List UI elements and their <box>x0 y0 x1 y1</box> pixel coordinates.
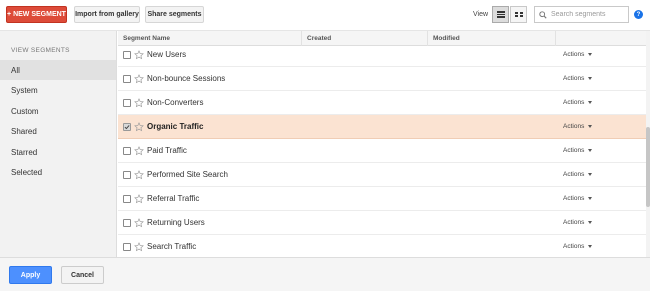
grid-view-button[interactable] <box>510 6 527 23</box>
column-header-created[interactable]: Created <box>302 31 428 46</box>
actions-label: Actions <box>563 51 585 58</box>
segment-name[interactable]: Referral Traffic <box>147 194 199 203</box>
actions-dropdown[interactable]: Actions <box>563 219 593 226</box>
checkmark-icon <box>124 124 130 129</box>
new-segment-button[interactable]: + NEW SEGMENT <box>6 6 67 23</box>
star-icon[interactable] <box>134 145 144 156</box>
actions-label: Actions <box>563 219 585 226</box>
row-checkbox[interactable] <box>123 218 131 227</box>
actions-label: Actions <box>563 99 585 106</box>
table-header: Segment Name Created Modified <box>118 31 646 46</box>
segment-name[interactable]: Paid Traffic <box>147 146 187 155</box>
star-icon[interactable] <box>134 49 144 60</box>
actions-label: Actions <box>563 123 585 130</box>
search-box <box>534 6 629 23</box>
chevron-down-icon <box>588 197 593 200</box>
star-icon[interactable] <box>134 217 144 228</box>
star-icon[interactable] <box>134 73 144 84</box>
sidebar-item-custom[interactable]: Custom <box>0 101 116 121</box>
segment-name[interactable]: Returning Users <box>147 218 205 227</box>
table-row[interactable]: Non-bounce Sessions Actions <box>118 67 646 91</box>
list-view-button[interactable] <box>492 6 509 23</box>
actions-dropdown[interactable]: Actions <box>563 51 593 58</box>
table-row[interactable]: New Users Actions <box>118 46 646 67</box>
scrollbar-thumb[interactable] <box>646 127 650 207</box>
row-checkbox[interactable] <box>123 50 131 59</box>
cancel-button[interactable]: Cancel <box>61 266 104 284</box>
row-checkbox[interactable] <box>123 170 131 179</box>
actions-label: Actions <box>563 147 585 154</box>
segment-name[interactable]: New Users <box>147 50 186 59</box>
footer: Apply Cancel <box>0 257 650 291</box>
apply-button[interactable]: Apply <box>9 266 52 284</box>
actions-label: Actions <box>563 171 585 178</box>
actions-dropdown[interactable]: Actions <box>563 195 593 202</box>
chevron-down-icon <box>588 173 593 176</box>
sidebar-item-system[interactable]: System <box>0 80 116 100</box>
column-header-modified[interactable]: Modified <box>428 31 556 46</box>
segment-name[interactable]: Non-bounce Sessions <box>147 74 225 83</box>
star-icon[interactable] <box>134 193 144 204</box>
search-input[interactable] <box>551 11 623 18</box>
chevron-down-icon <box>588 101 593 104</box>
chevron-down-icon <box>588 125 593 128</box>
sidebar-item-selected[interactable]: Selected <box>0 162 116 182</box>
star-icon[interactable] <box>134 169 144 180</box>
table-row[interactable]: Paid Traffic Actions <box>118 139 646 163</box>
row-checkbox[interactable] <box>123 146 131 155</box>
view-label: View <box>473 11 489 18</box>
search-icon <box>539 10 547 19</box>
row-checkbox[interactable] <box>123 122 131 131</box>
sidebar-item-all[interactable]: All <box>0 60 116 80</box>
actions-dropdown[interactable]: Actions <box>563 243 593 250</box>
star-icon[interactable] <box>134 121 144 132</box>
chevron-down-icon <box>588 221 593 224</box>
row-checkbox[interactable] <box>123 242 131 251</box>
table-row[interactable]: Returning Users Actions <box>118 211 646 235</box>
help-icon[interactable]: ? <box>634 10 643 19</box>
chevron-down-icon <box>588 77 593 80</box>
table-row[interactable]: Non-Converters Actions <box>118 91 646 115</box>
table-row[interactable]: Referral Traffic Actions <box>118 187 646 211</box>
actions-label: Actions <box>563 75 585 82</box>
actions-label: Actions <box>563 243 585 250</box>
actions-dropdown[interactable]: Actions <box>563 147 593 154</box>
sidebar-item-shared[interactable]: Shared <box>0 121 116 141</box>
row-checkbox[interactable] <box>123 74 131 83</box>
sidebar-title: VIEW SEGMENTS <box>11 47 70 54</box>
star-icon[interactable] <box>134 241 144 252</box>
star-icon[interactable] <box>134 97 144 108</box>
segment-name[interactable]: Performed Site Search <box>147 170 228 179</box>
sidebar: VIEW SEGMENTS All System Custom Shared S… <box>0 31 117 257</box>
chevron-down-icon <box>588 149 593 152</box>
segment-name[interactable]: Non-Converters <box>147 98 203 107</box>
table-row[interactable]: Organic Traffic Actions <box>118 115 646 139</box>
chevron-down-icon <box>588 245 593 248</box>
actions-dropdown[interactable]: Actions <box>563 171 593 178</box>
table-row[interactable]: Search Traffic Actions <box>118 235 646 257</box>
actions-label: Actions <box>563 195 585 202</box>
list-view-icon <box>496 11 505 18</box>
column-header-segment-name[interactable]: Segment Name <box>118 31 302 46</box>
segment-name[interactable]: Organic Traffic <box>147 122 203 131</box>
table-body: New Users Actions Non-bounce Sessions Actio… <box>118 46 646 257</box>
chevron-down-icon <box>588 53 593 56</box>
toolbar: + NEW SEGMENT Import from gallery Share … <box>0 0 650 31</box>
segment-table: Segment Name Created Modified New Users A… <box>118 31 646 257</box>
actions-dropdown[interactable]: Actions <box>563 123 593 130</box>
segment-name[interactable]: Search Traffic <box>147 242 196 251</box>
actions-dropdown[interactable]: Actions <box>563 75 593 82</box>
grid-view-icon <box>514 12 523 17</box>
row-checkbox[interactable] <box>123 194 131 203</box>
row-checkbox[interactable] <box>123 98 131 107</box>
import-from-gallery-button[interactable]: Import from gallery <box>74 6 140 23</box>
scrollbar[interactable] <box>646 31 650 257</box>
actions-dropdown[interactable]: Actions <box>563 99 593 106</box>
share-segments-button[interactable]: Share segments <box>145 6 204 23</box>
sidebar-item-starred[interactable]: Starred <box>0 142 116 162</box>
table-row[interactable]: Performed Site Search Actions <box>118 163 646 187</box>
